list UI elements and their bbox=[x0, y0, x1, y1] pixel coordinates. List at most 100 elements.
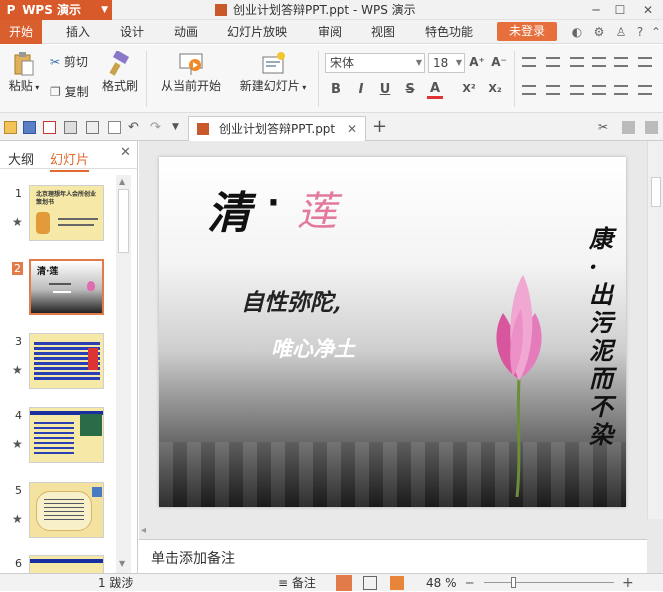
play-from-current-button[interactable]: 从当前开始 bbox=[156, 51, 226, 94]
underline-button[interactable]: U bbox=[377, 82, 393, 97]
slide-thumbnail-6[interactable] bbox=[29, 555, 104, 573]
paste-button[interactable]: 粘贴 ▾ bbox=[4, 51, 44, 94]
settings-icon[interactable]: ⚙ bbox=[591, 24, 607, 40]
notes-toggle[interactable]: ≡ 备注 bbox=[278, 574, 316, 592]
justify-icon[interactable] bbox=[592, 85, 606, 95]
skin-icon[interactable]: ◐ bbox=[569, 24, 585, 40]
shrink-font-icon[interactable]: A⁻ bbox=[491, 55, 507, 69]
increase-indent-icon[interactable] bbox=[592, 57, 606, 67]
tab-slides[interactable]: 幻灯片 bbox=[50, 149, 90, 172]
scroll-up-icon[interactable]: ▲ bbox=[119, 177, 125, 186]
format-painter-button[interactable]: 格式刷 bbox=[102, 51, 138, 94]
menu-slideshow[interactable]: 幻灯片放映 bbox=[227, 23, 287, 41]
new-slide-button[interactable]: 新建幻灯片 ▾ bbox=[236, 51, 310, 94]
slide-line1: 自性弥陀, bbox=[241, 289, 342, 316]
distribute-icon[interactable] bbox=[614, 85, 628, 95]
tools-icon[interactable]: ✂ bbox=[598, 121, 611, 134]
open-icon[interactable] bbox=[4, 121, 17, 134]
cut-button[interactable]: ✂ 剪切 bbox=[50, 53, 88, 70]
zoom-level: 48 % bbox=[426, 576, 457, 590]
maximize-button[interactable]: ☐ bbox=[608, 0, 632, 20]
slide-thumbnail-4[interactable] bbox=[29, 407, 104, 463]
menu-view[interactable]: 视图 bbox=[371, 23, 395, 41]
menu-insert[interactable]: 插入 bbox=[66, 23, 90, 41]
slide-thumbnail-5[interactable] bbox=[29, 482, 104, 538]
save-icon[interactable] bbox=[23, 121, 36, 134]
zoom-in-button[interactable]: + bbox=[622, 574, 634, 592]
slideshow-icon[interactable] bbox=[390, 576, 404, 590]
shirt-icon[interactable]: ♙ bbox=[613, 24, 629, 40]
normal-view-icon[interactable] bbox=[336, 575, 352, 591]
zoom-slider[interactable] bbox=[484, 582, 614, 583]
star-icon: ★ bbox=[12, 437, 23, 451]
superscript-button[interactable]: X² bbox=[459, 82, 479, 95]
print-icon[interactable] bbox=[64, 121, 77, 134]
font-size-select[interactable]: 18 ▼ bbox=[428, 53, 465, 73]
window-close-icon[interactable] bbox=[645, 121, 658, 134]
scrollbar-thumb[interactable] bbox=[651, 177, 661, 207]
slide-thumbnail-3[interactable] bbox=[29, 333, 104, 389]
zoom-out-button[interactable]: ─ bbox=[466, 574, 473, 592]
slide-thumbnail-1[interactable]: 北京理想年人会所创业策划书 bbox=[29, 185, 104, 241]
thumb-title: 清·莲 bbox=[37, 267, 59, 277]
lotus-image bbox=[496, 275, 542, 498]
divider bbox=[514, 51, 515, 107]
menu-start[interactable]: 开始 bbox=[0, 20, 42, 44]
strikethrough-button[interactable]: S bbox=[402, 82, 418, 97]
slide-sorter-icon[interactable] bbox=[363, 576, 377, 590]
menu-features[interactable]: 特色功能 bbox=[425, 23, 473, 41]
new-tab-button[interactable]: + bbox=[372, 116, 387, 137]
find-icon[interactable] bbox=[108, 121, 121, 134]
slide-editor-scrollbar[interactable] bbox=[647, 141, 663, 519]
current-slide[interactable]: 清 · 莲 自性弥陀, 唯心净土 康·出污泥而不染 bbox=[159, 157, 626, 507]
login-button[interactable]: 未登录 bbox=[497, 22, 557, 41]
font-color-button[interactable]: A bbox=[427, 81, 443, 99]
italic-button[interactable]: I bbox=[353, 82, 369, 97]
align-center-icon[interactable] bbox=[546, 85, 560, 95]
notes-pane[interactable]: 单击添加备注 bbox=[139, 539, 647, 573]
app-name: WPS 演示 bbox=[22, 3, 82, 17]
line-spacing-icon[interactable] bbox=[614, 57, 628, 67]
numbered-list-icon[interactable] bbox=[546, 57, 560, 67]
subscript-button[interactable]: X₂ bbox=[485, 82, 505, 95]
help-icon[interactable]: ? bbox=[632, 24, 648, 40]
slide-vertical-text: 康·出污泥而不染 bbox=[589, 224, 613, 449]
scroll-left-icon[interactable]: ◂ bbox=[141, 525, 146, 536]
copy-button[interactable]: ❐ 复制 bbox=[50, 83, 89, 100]
scroll-down-icon[interactable]: ▼ bbox=[119, 559, 125, 568]
close-tab-icon[interactable]: ✕ bbox=[347, 117, 357, 141]
font-name-select[interactable]: 宋体 ▼ bbox=[325, 53, 425, 73]
text-direction-icon[interactable] bbox=[638, 85, 652, 95]
menu-animation[interactable]: 动画 bbox=[174, 23, 198, 41]
tab-outline[interactable]: 大纲 bbox=[8, 149, 34, 168]
customize-qat-icon[interactable]: ▼ bbox=[172, 121, 185, 134]
print-preview-icon[interactable] bbox=[86, 121, 99, 134]
bullet-list-icon[interactable] bbox=[522, 57, 536, 67]
minimize-button[interactable]: ─ bbox=[584, 0, 608, 20]
align-right-icon[interactable] bbox=[570, 85, 584, 95]
scrollbar-thumb[interactable] bbox=[118, 189, 129, 253]
close-panel-icon[interactable]: ✕ bbox=[120, 145, 131, 160]
grow-font-icon[interactable]: A⁺ bbox=[469, 55, 485, 69]
align-left-icon[interactable] bbox=[522, 85, 536, 95]
app-menu-button[interactable]: P WPS 演示 ▼ bbox=[0, 0, 112, 20]
undo-icon[interactable]: ↶ bbox=[128, 121, 141, 134]
pdf-icon[interactable] bbox=[43, 121, 56, 134]
ppt-file-icon bbox=[215, 4, 227, 16]
close-button[interactable]: ✕ bbox=[636, 0, 660, 20]
slide-thumbnail-2[interactable]: 清·莲 bbox=[29, 259, 104, 315]
redo-icon[interactable]: ↷ bbox=[150, 121, 163, 134]
sort-icon[interactable] bbox=[638, 57, 652, 67]
window-restore-icon[interactable] bbox=[622, 121, 635, 134]
slide-panel-scrollbar[interactable]: ▲ ▼ bbox=[116, 175, 131, 573]
menu-design[interactable]: 设计 bbox=[120, 23, 144, 41]
collapse-ribbon-icon[interactable]: ⌃ bbox=[648, 24, 663, 40]
slide-info: 1 跋涉 bbox=[98, 576, 134, 590]
notes-icon: ≡ bbox=[278, 576, 289, 590]
document-tab[interactable]: 创业计划答辩PPT.ppt ✕ bbox=[188, 116, 366, 141]
decrease-indent-icon[interactable] bbox=[570, 57, 584, 67]
brush-icon bbox=[109, 51, 130, 76]
zoom-slider-handle[interactable] bbox=[511, 577, 516, 588]
menu-review[interactable]: 审阅 bbox=[318, 23, 342, 41]
bold-button[interactable]: B bbox=[328, 82, 344, 97]
